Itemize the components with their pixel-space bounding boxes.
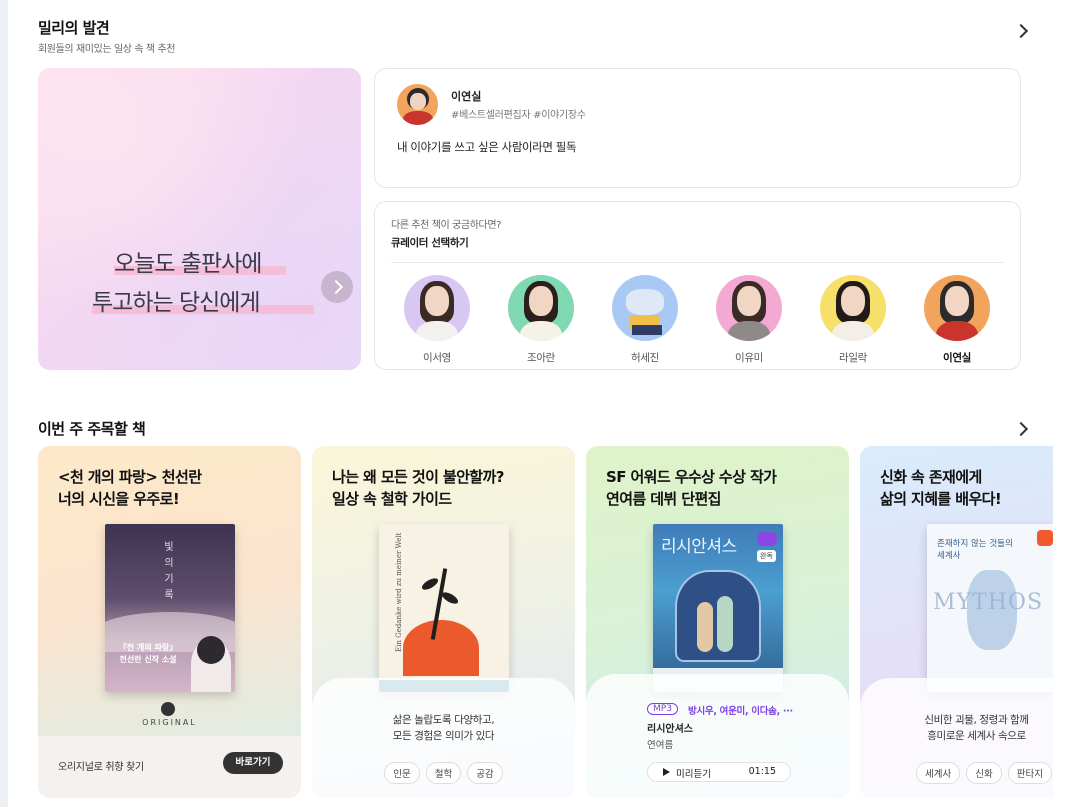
- book-card[interactable]: 신화 속 존재에게 삶의 지혜를 배우다! 존재하지 않는 것들의 세계사 MY…: [860, 446, 1053, 798]
- curator-tags: #베스트셀러편집자 #이야기장수: [451, 110, 586, 121]
- curator-picker-card: 다른 추천 책이 궁금하다면? 큐레이터 선택하기 이서영 조아란 허세진 이유…: [374, 201, 1021, 370]
- section-subtitle-discovery: 회원들의 재미있는 일상 속 책 추천: [38, 44, 176, 55]
- section-title-weekly: 이번 주 주목할 책: [38, 420, 146, 438]
- book-card[interactable]: <천 개의 파랑> 천선란 너의 시신을 우주로! 빛의 기록 『천 개의 파랑…: [38, 446, 301, 798]
- curator-option-name: 이연실: [942, 352, 972, 364]
- original-logo-icon: [161, 702, 175, 716]
- book-description: 신비한 괴물, 정령과 함께 흥미로운 세계사 속으로: [924, 714, 1029, 742]
- tag-chips: 세계사 신화 판타지: [916, 762, 1053, 784]
- curator-option-name: 이유미: [734, 352, 764, 364]
- curator-avatar: [716, 275, 782, 341]
- curator-avatar: [612, 275, 678, 341]
- hero-next-arrow-icon[interactable]: [321, 271, 353, 303]
- book-card-title: <천 개의 파랑> 천선란 너의 시신을 우주로!: [58, 468, 202, 508]
- book-card[interactable]: SF 어워드 우수상 수상 작가 연여름 데뷔 단편집 리시안셔스 완독 MP3…: [586, 446, 849, 798]
- book-card-title: 나는 왜 모든 것이 불안할까? 일상 속 철학 가이드: [332, 468, 504, 508]
- tag-chip[interactable]: 판타지: [1007, 762, 1052, 784]
- tag-chips: 인문 철학 공감: [312, 762, 575, 784]
- original-label: ORIGINAL: [142, 718, 197, 727]
- tag-chip[interactable]: 신화: [966, 762, 1002, 784]
- cover-title: 존재하지 않는 것들의 세계사: [937, 539, 1013, 561]
- bookmark-icon: [1037, 530, 1053, 546]
- preview-play-button[interactable]: 미리듣기 01:15: [647, 762, 791, 782]
- chevron-right-icon[interactable]: [1013, 421, 1029, 437]
- duration: 01:15: [748, 766, 776, 777]
- hero-text-line1: 오늘도 출판사에: [114, 251, 262, 277]
- chevron-right-icon[interactable]: [1013, 23, 1029, 39]
- book-card-title: SF 어워드 우수상 수상 작가 연여름 데뷔 단편집: [606, 468, 777, 508]
- book-cover[interactable]: Ein Gedanke wird zu meiner Welt: [379, 524, 509, 692]
- book-description: 삶은 놀랍도록 다양하고, 모든 경험은 의미가 있다: [392, 714, 495, 742]
- tag-chip[interactable]: 세계사: [916, 762, 961, 784]
- curator-recommendation-card[interactable]: 이연실 #베스트셀러편집자 #이야기장수 내 이야기를 쓰고 싶은 사람이라면 …: [374, 68, 1021, 188]
- cover-caption: 『천 개의 파랑』 천선란 신작 소설: [118, 643, 178, 664]
- book-cover[interactable]: 존재하지 않는 것들의 세계사 MYTHOS: [927, 524, 1053, 692]
- curator-option[interactable]: 이유미: [716, 275, 782, 365]
- curator-option[interactable]: 조아란: [508, 275, 574, 365]
- page: 밀리의 발견 회원들의 재미있는 일상 속 책 추천 오늘도 출판사에 투고하는…: [8, 0, 1069, 807]
- curator-option[interactable]: 라일락: [820, 275, 886, 365]
- curator-option[interactable]: 허세진: [612, 275, 678, 365]
- narrators: 방시우, 여운미, 이다솜, ···: [688, 706, 793, 717]
- curator-option-selected[interactable]: 이연실: [924, 275, 990, 365]
- section-title-discovery: 밀리의 발견: [38, 19, 110, 37]
- curator-avatar: [508, 275, 574, 341]
- divider: [391, 262, 1004, 263]
- tag-chip[interactable]: 철학: [425, 762, 462, 784]
- curator-name: 이연실: [451, 90, 482, 103]
- cover-title: 리시안셔스: [661, 537, 737, 557]
- cover-title: 빛의 기록: [164, 542, 174, 601]
- curator-quote: 내 이야기를 쓰고 싶은 사람이라면 필독: [397, 140, 577, 154]
- book-cover[interactable]: 빛의 기록 『천 개의 파랑』 천선란 신작 소설: [105, 524, 235, 692]
- bottom-text: 오리지널로 취향 찾기: [58, 762, 144, 773]
- tag-chip[interactable]: 인문: [384, 762, 420, 784]
- curator-option-name: 허세진: [630, 352, 660, 364]
- curator-option[interactable]: 이서영: [404, 275, 470, 365]
- hero-text-line2: 투고하는 당신에게: [92, 290, 261, 316]
- curator-avatar: [397, 84, 438, 125]
- curator-avatar: [404, 275, 470, 341]
- curator-option-name: 조아란: [526, 352, 556, 364]
- format-badge: MP3: [647, 703, 678, 715]
- book-card-title: 신화 속 존재에게 삶의 지혜를 배우다!: [880, 468, 1002, 508]
- book-cover[interactable]: 리시안셔스 완독: [653, 524, 783, 692]
- tag-chip[interactable]: 공감: [467, 762, 503, 784]
- curator-option-name: 라일락: [838, 352, 868, 364]
- cover-title: Ein Gedanke wird zu meiner Welt: [395, 532, 403, 652]
- play-icon: [663, 768, 670, 776]
- cover-badge: 완독: [757, 550, 776, 562]
- picker-question: 다른 추천 책이 궁금하다면?: [391, 220, 502, 231]
- picker-title: 큐레이터 선택하기: [391, 237, 469, 249]
- author: 연여름: [647, 740, 674, 751]
- go-button[interactable]: 바로가기: [223, 752, 283, 774]
- headphone-icon: [757, 532, 777, 546]
- book-card[interactable]: 나는 왜 모든 것이 불안할까? 일상 속 철학 가이드 Ein Gedanke…: [312, 446, 575, 798]
- curator-avatar: [820, 275, 886, 341]
- curator-avatar: [924, 275, 990, 341]
- book-title: 리시안셔스: [647, 724, 693, 735]
- curator-option-name: 이서영: [422, 352, 452, 364]
- hero-banner[interactable]: 오늘도 출판사에 투고하는 당신에게: [38, 68, 361, 370]
- play-label: 미리듣기: [676, 769, 711, 780]
